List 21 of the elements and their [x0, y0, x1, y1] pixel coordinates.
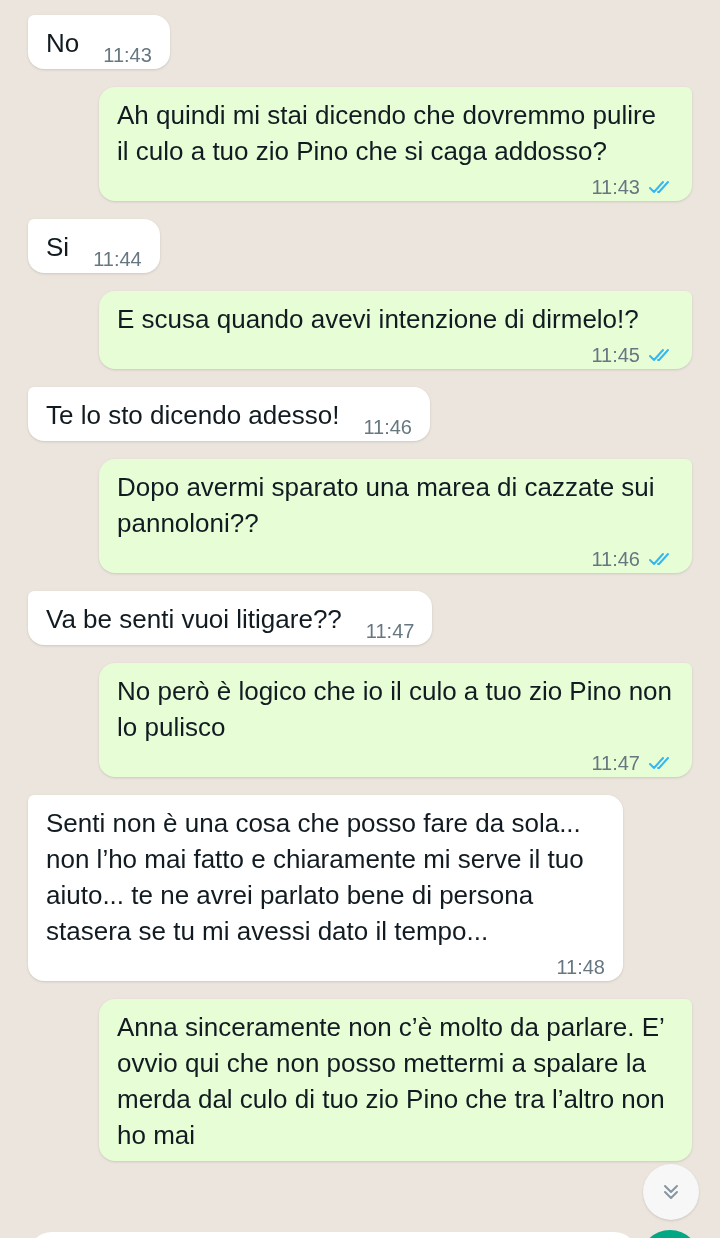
- message-time: 11:46: [363, 415, 412, 439]
- message-time: 11:43: [103, 43, 152, 67]
- message-time: 11:45: [591, 343, 640, 367]
- message-time: 11:47: [591, 751, 640, 775]
- message-text: Dopo avermi sparato una marea di cazzate sui pannoloni??: [117, 471, 656, 540]
- message-text: Senti non è una cosa che posso fare da sola... non l’ho mai fatto e chiaramente mi serve il tuo aiuto... te ne avrei parlato bene di persona stasera se tu mi avessi dato il tempo...: [46, 807, 585, 948]
- message-text: No però è logico che io il culo a tuo zio Pino non lo pulisco: [117, 675, 673, 744]
- message-time: 11:43: [591, 175, 640, 199]
- message-text: Anna sinceramente non c’è molto da parlare. E’ ovvio qui che non posso mettermi a spalare la merda dal culo di tuo zio Pino che tra l’altro non ho mai: [117, 1011, 666, 1152]
- message-text: No: [46, 27, 80, 60]
- message-text: Ah quindi mi stai dicendo che dovremmo pulire il culo a tuo zio Pino che si caga addosso?: [117, 99, 658, 168]
- message-text: Si: [46, 231, 70, 264]
- message-time: 11:44: [93, 247, 142, 271]
- message-time: 11:48: [556, 955, 605, 979]
- message-text: E scusa quando avevi intenzione di dirmelo!?: [117, 303, 639, 336]
- scroll-down-button[interactable]: [643, 1164, 699, 1220]
- message-time: 11:47: [365, 619, 415, 643]
- message-text: Te lo sto dicendo adesso!: [46, 399, 340, 432]
- message-time: 11:46: [591, 547, 640, 571]
- double-chevron-down-icon: [661, 1182, 681, 1202]
- message-text: Va be senti vuoi litigare??: [46, 603, 342, 636]
